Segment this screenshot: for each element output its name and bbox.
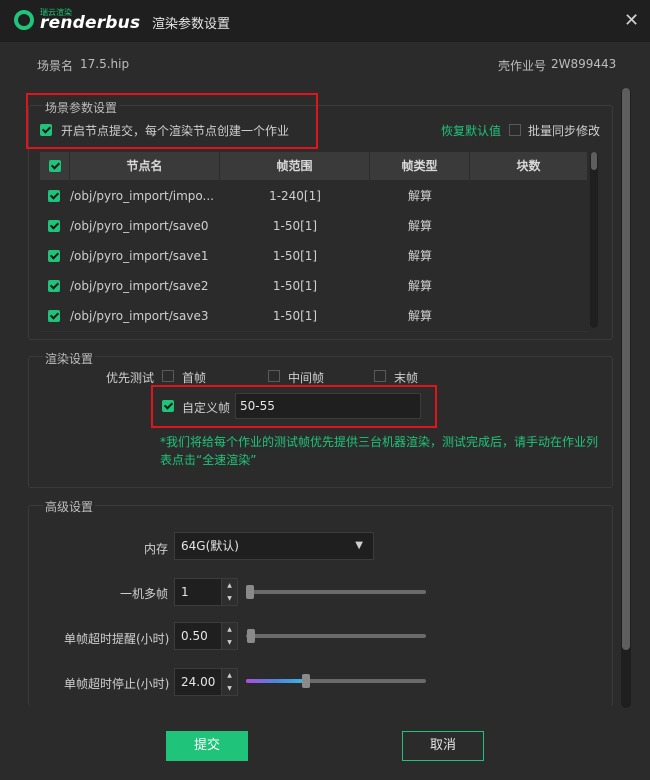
timeout-warn-input[interactable]: 0.50 ▲ ▼ <box>174 622 238 650</box>
cancel-button[interactable]: 取消 <box>402 731 484 761</box>
column-header-range: 帧范围 <box>220 152 370 180</box>
restore-default-link[interactable]: 恢复默认值 <box>441 122 501 139</box>
row-checkbox[interactable] <box>48 220 60 232</box>
table-row[interactable]: /obj/pyro_import/save0 1-50[1] 解算 <box>40 211 588 242</box>
timeout-warn-value: 0.50 <box>181 629 208 643</box>
frame-type-cell: 解算 <box>407 249 432 263</box>
multi-frame-slider[interactable] <box>246 590 426 594</box>
priority-test-label: 优先测试 <box>106 371 155 385</box>
increment-icon[interactable]: ▲ <box>221 579 237 592</box>
middle-frame-label: 中间帧 <box>288 371 325 385</box>
timeout-stop-value: 24.00 <box>181 675 216 689</box>
job-number-label: 壳作业号 <box>498 59 547 73</box>
row-checkbox[interactable] <box>48 190 60 202</box>
decrement-icon[interactable]: ▼ <box>221 636 237 649</box>
frame-range-cell: 1-50[1] <box>272 219 318 233</box>
memory-label: 内存 <box>144 542 169 556</box>
node-name-cell: /obj/pyro_import/save1 <box>70 249 209 263</box>
timeout-warn-slider-thumb[interactable] <box>247 629 255 643</box>
decrement-icon[interactable]: ▼ <box>221 592 237 605</box>
timeout-stop-slider-thumb[interactable] <box>302 674 310 688</box>
chevron-down-icon: ▼ <box>355 540 363 551</box>
logo-text: renderbus <box>40 13 141 33</box>
batch-sync-label: 批量同步修改 <box>528 124 601 138</box>
table-scrollbar-thumb[interactable] <box>591 152 597 170</box>
frame-type-cell: 解算 <box>407 279 432 293</box>
last-frame-label: 末帧 <box>394 371 419 385</box>
frame-range-cell: 1-50[1] <box>272 279 318 293</box>
job-number-value: 2W899443 <box>551 57 617 71</box>
frame-range-cell: 1-50[1] <box>272 309 318 323</box>
frame-range-cell: 1-50[1] <box>272 249 318 263</box>
multi-frame-value: 1 <box>181 585 189 599</box>
advanced-legend: 高级设置 <box>43 498 96 515</box>
timeout-stop-slider-fill <box>246 679 306 683</box>
decrement-icon[interactable]: ▼ <box>221 682 237 695</box>
timeout-warn-label: 单帧超时提醒(小时) <box>64 632 170 646</box>
node-name-cell: /obj/pyro_import/impo... <box>70 189 214 203</box>
scene-name-label: 场景名 <box>37 59 74 73</box>
batch-sync-checkbox[interactable] <box>509 124 521 136</box>
last-frame-checkbox[interactable] <box>374 370 386 382</box>
footer-bar <box>0 710 650 780</box>
table-scrollbar-track[interactable] <box>590 152 598 328</box>
first-frame-label: 首帧 <box>182 371 207 385</box>
multi-frame-label: 一机多帧 <box>120 587 169 601</box>
row-checkbox[interactable] <box>48 280 60 292</box>
node-name-cell: /obj/pyro_import/save0 <box>70 219 209 233</box>
timeout-stop-label: 单帧超时停止(小时) <box>64 677 170 691</box>
column-header-type: 帧类型 <box>370 152 470 180</box>
column-header-blocks: 块数 <box>470 152 588 180</box>
increment-icon[interactable]: ▲ <box>221 669 237 682</box>
main-scrollbar-thumb[interactable] <box>622 88 630 650</box>
frame-type-cell: 解算 <box>407 219 432 233</box>
multi-frame-input[interactable]: 1 ▲ ▼ <box>174 578 238 606</box>
timeout-stop-input[interactable]: 24.00 ▲ ▼ <box>174 668 238 696</box>
submit-button[interactable]: 提交 <box>166 731 248 761</box>
memory-select-value: 64G(默认) <box>181 539 239 553</box>
render-notice: *我们将给每个作业的测试帧优先提供三台机器渲染，测试完成后，请手动在作业列表点击… <box>160 435 599 467</box>
table-row[interactable]: /obj/pyro_import/save1 1-50[1] 解算 <box>40 241 588 272</box>
row-checkbox[interactable] <box>48 310 60 322</box>
window-title: 渲染参数设置 <box>152 17 231 32</box>
table-row[interactable]: /obj/pyro_import/save2 1-50[1] 解算 <box>40 271 588 302</box>
highlight-box-custom-frame <box>151 385 437 428</box>
frame-type-cell: 解算 <box>407 189 432 203</box>
node-name-cell: /obj/pyro_import/save3 <box>70 309 209 323</box>
node-name-cell: /obj/pyro_import/save2 <box>70 279 209 293</box>
memory-select[interactable]: 64G(默认) ▼ <box>174 532 374 560</box>
frame-range-cell: 1-240[1] <box>269 189 321 203</box>
multi-frame-slider-thumb[interactable] <box>246 585 254 599</box>
select-all-checkbox[interactable] <box>49 160 61 172</box>
close-icon[interactable]: ✕ <box>624 10 639 31</box>
column-header-node: 节点名 <box>70 152 220 180</box>
timeout-warn-slider[interactable] <box>246 634 426 638</box>
increment-icon[interactable]: ▲ <box>221 623 237 636</box>
row-checkbox[interactable] <box>48 250 60 262</box>
table-row[interactable]: /obj/pyro_import/save3 1-50[1] 解算 <box>40 301 588 332</box>
scene-name-value: 17.5.hip <box>80 57 130 71</box>
renderbus-logo-icon <box>14 10 34 30</box>
frame-type-cell: 解算 <box>407 309 432 323</box>
highlight-box-node-submit <box>26 93 318 149</box>
render-settings-legend: 渲染设置 <box>43 350 96 367</box>
table-row[interactable]: /obj/pyro_import/impo... 1-240[1] 解算 <box>40 181 588 212</box>
first-frame-checkbox[interactable] <box>162 370 174 382</box>
middle-frame-checkbox[interactable] <box>268 370 280 382</box>
